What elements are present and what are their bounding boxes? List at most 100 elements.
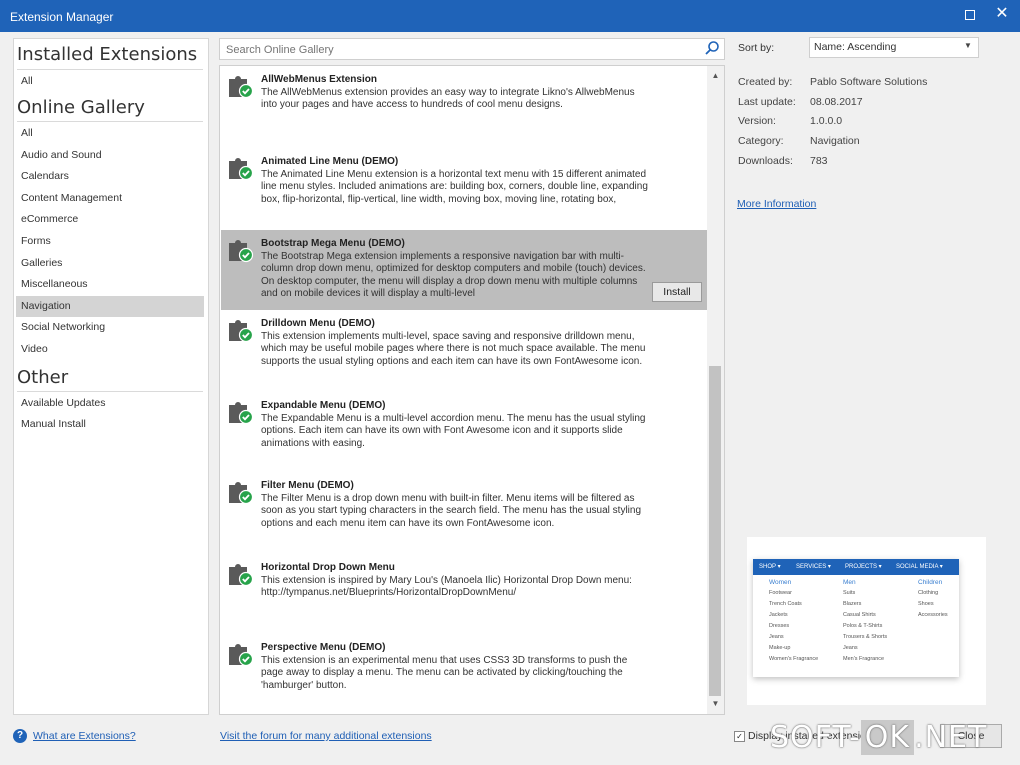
title-bar: Extension Manager ✕ [0, 0, 1020, 32]
preview-column-item: Jackets [769, 612, 788, 618]
sidebar-item-social-networking[interactable]: Social Networking [16, 317, 204, 338]
extension-preview: SHOP ▾ SERVICES ▾ PROJECTS ▾ SOCIAL MEDI… [747, 537, 986, 705]
preview-column-item: Footwear [769, 590, 792, 596]
install-button[interactable]: Install [652, 282, 702, 302]
preview-column-item: Suits [843, 590, 856, 596]
preview-column-item: Polos & T-Shirts [843, 623, 883, 629]
search-icon[interactable] [704, 40, 720, 56]
help-icon[interactable]: ? [13, 729, 27, 743]
sidebar-item-forms[interactable]: Forms [16, 231, 204, 252]
divider [17, 69, 203, 70]
preview-column-item: Casual Shirts [843, 612, 876, 618]
extension-name: Perspective Menu (DEMO) [261, 642, 386, 653]
preview-column: Men Suits Blazers Casual Shirts Polos & T-Sh… [843, 577, 887, 665]
sidebar-item-all[interactable]: All [16, 123, 204, 144]
puzzle-piece-icon [229, 158, 254, 181]
extension-description: The Filter Menu is a drop down menu with… [261, 493, 642, 529]
preview-column-item: Make-up [769, 645, 791, 651]
forum-link[interactable]: Visit the forum for many additional exte… [220, 730, 432, 742]
extension-description: This extension implements multi-level, s… [261, 331, 646, 367]
sort-value: Name: Ascending [814, 41, 897, 53]
extension-description: This extension is an experimental menu t… [261, 655, 628, 691]
sidebar-item-video[interactable]: Video [16, 339, 204, 360]
extension-description: The Expandable Menu is a multi-level acc… [261, 413, 646, 449]
preview-tab: SOCIAL MEDIA ▾ [896, 564, 943, 570]
sidebar-item-galleries[interactable]: Galleries [16, 253, 204, 274]
preview-column-item: Shoes [918, 601, 934, 607]
preview-tab: SHOP ▾ [759, 564, 781, 570]
maximize-button[interactable] [960, 5, 980, 25]
divider [17, 121, 203, 122]
sidebar-item-navigation[interactable]: Navigation [16, 295, 204, 317]
preview-column-item: Clothing [918, 590, 939, 596]
list-item[interactable]: Drilldown Menu (DEMO) This extension impl… [221, 310, 707, 390]
sort-label: Sort by: [738, 42, 775, 54]
list-scrollbar[interactable]: ▲ ▼ [707, 66, 724, 714]
list-item[interactable]: Expandable Menu (DEMO) The Expandable Men… [221, 392, 707, 472]
extension-name: Expandable Menu (DEMO) [261, 400, 386, 411]
preview-tab: SERVICES ▾ [796, 564, 831, 570]
preview-column-heading: Children [918, 579, 943, 586]
preview-column-item: Dresses [769, 623, 790, 629]
puzzle-piece-icon [229, 482, 254, 505]
preview-column-item: Accessories [918, 612, 948, 618]
preview-column-heading: Men [843, 579, 856, 586]
detail-label: Version: [738, 115, 776, 128]
detail-label: Category: [738, 135, 784, 148]
preview-menu-bar: SHOP ▾ SERVICES ▾ PROJECTS ▾ SOCIAL MEDI… [753, 559, 959, 575]
detail-value: 1.0.0.0 [810, 115, 843, 128]
installed-only-checkbox[interactable]: ✓ [734, 731, 745, 742]
nav-manual-install[interactable]: Manual Install [16, 414, 204, 435]
puzzle-piece-icon [229, 402, 254, 425]
sidebar-item-miscellaneous[interactable]: Miscellaneous [16, 274, 204, 295]
sort-select[interactable]: Name: Ascending ▼ [809, 37, 979, 58]
scroll-up-icon[interactable]: ▲ [707, 68, 724, 84]
nav-available-updates[interactable]: Available Updates [16, 393, 204, 414]
divider [17, 391, 203, 392]
extension-list: AllWebMenus Extension The AllWebMenus ext… [219, 65, 725, 715]
sidebar-item-ecommerce[interactable]: eCommerce [16, 209, 204, 230]
extension-description: The AllWebMenus extension provides an ea… [261, 87, 635, 111]
preview-column-item: Men's Fragrance [843, 656, 885, 662]
more-information-link[interactable]: More Information [737, 198, 816, 210]
online-gallery-heading: Online Gallery [17, 97, 145, 118]
list-item[interactable]: AllWebMenus Extension The AllWebMenus ext… [221, 66, 707, 146]
preview-menu-mockup: SHOP ▾ SERVICES ▾ PROJECTS ▾ SOCIAL MEDI… [753, 559, 959, 677]
sidebar-item-content-management[interactable]: Content Management [16, 188, 204, 209]
watermark-text: .NET [914, 720, 988, 755]
preview-column-item: Women's Fragrance [769, 656, 819, 662]
preview-column-item: Jeans [769, 634, 784, 640]
preview-column: Children Clothing Shoes Accessories [918, 577, 948, 621]
sidebar-item-audio-and-sound[interactable]: Audio and Sound [16, 145, 204, 166]
detail-value: Navigation [810, 135, 860, 148]
close-icon: ✕ [995, 5, 1009, 22]
detail-value: 08.08.2017 [810, 95, 863, 108]
extension-name: AllWebMenus Extension [261, 74, 377, 85]
list-item[interactable]: Horizontal Drop Down Menu This extension … [221, 554, 707, 634]
list-item[interactable]: Filter Menu (DEMO) The Filter Menu is a d… [221, 472, 707, 552]
detail-value: 783 [810, 154, 828, 167]
scroll-down-icon[interactable]: ▼ [707, 696, 724, 712]
preview-column-item: Trousers & Shorts [843, 634, 888, 640]
detail-label: Last update: [738, 95, 796, 108]
close-window-button[interactable]: ✕ [992, 4, 1012, 24]
extension-name: Bootstrap Mega Menu (DEMO) [261, 238, 405, 249]
sidebar-item-calendars[interactable]: Calendars [16, 166, 204, 187]
extension-description: The Animated Line Menu extension is a ho… [261, 169, 648, 205]
puzzle-piece-icon [229, 240, 254, 263]
search-input[interactable] [224, 41, 698, 58]
puzzle-piece-icon [229, 644, 254, 667]
what-are-extensions-link[interactable]: What are Extensions? [33, 730, 136, 742]
installed-extensions-heading: Installed Extensions [17, 44, 198, 65]
preview-column: Women Footwear Trench Coats Jackets Dresses J… [769, 577, 818, 665]
scroll-thumb[interactable] [709, 366, 721, 696]
preview-tab: PROJECTS ▾ [845, 564, 882, 570]
list-item[interactable]: Perspective Menu (DEMO) This extension is… [221, 634, 707, 714]
nav-installed-all[interactable]: All [16, 71, 204, 92]
list-item[interactable]: Bootstrap Mega Menu (DEMO) The Bootstrap … [221, 230, 707, 310]
extension-name: Animated Line Menu (DEMO) [261, 156, 399, 167]
detail-label: Downloads: [738, 154, 793, 167]
watermark-text: OK [860, 720, 915, 755]
preview-column-item: Trench Coats [769, 601, 802, 607]
list-item[interactable]: Animated Line Menu (DEMO) The Animated Li… [221, 148, 707, 228]
